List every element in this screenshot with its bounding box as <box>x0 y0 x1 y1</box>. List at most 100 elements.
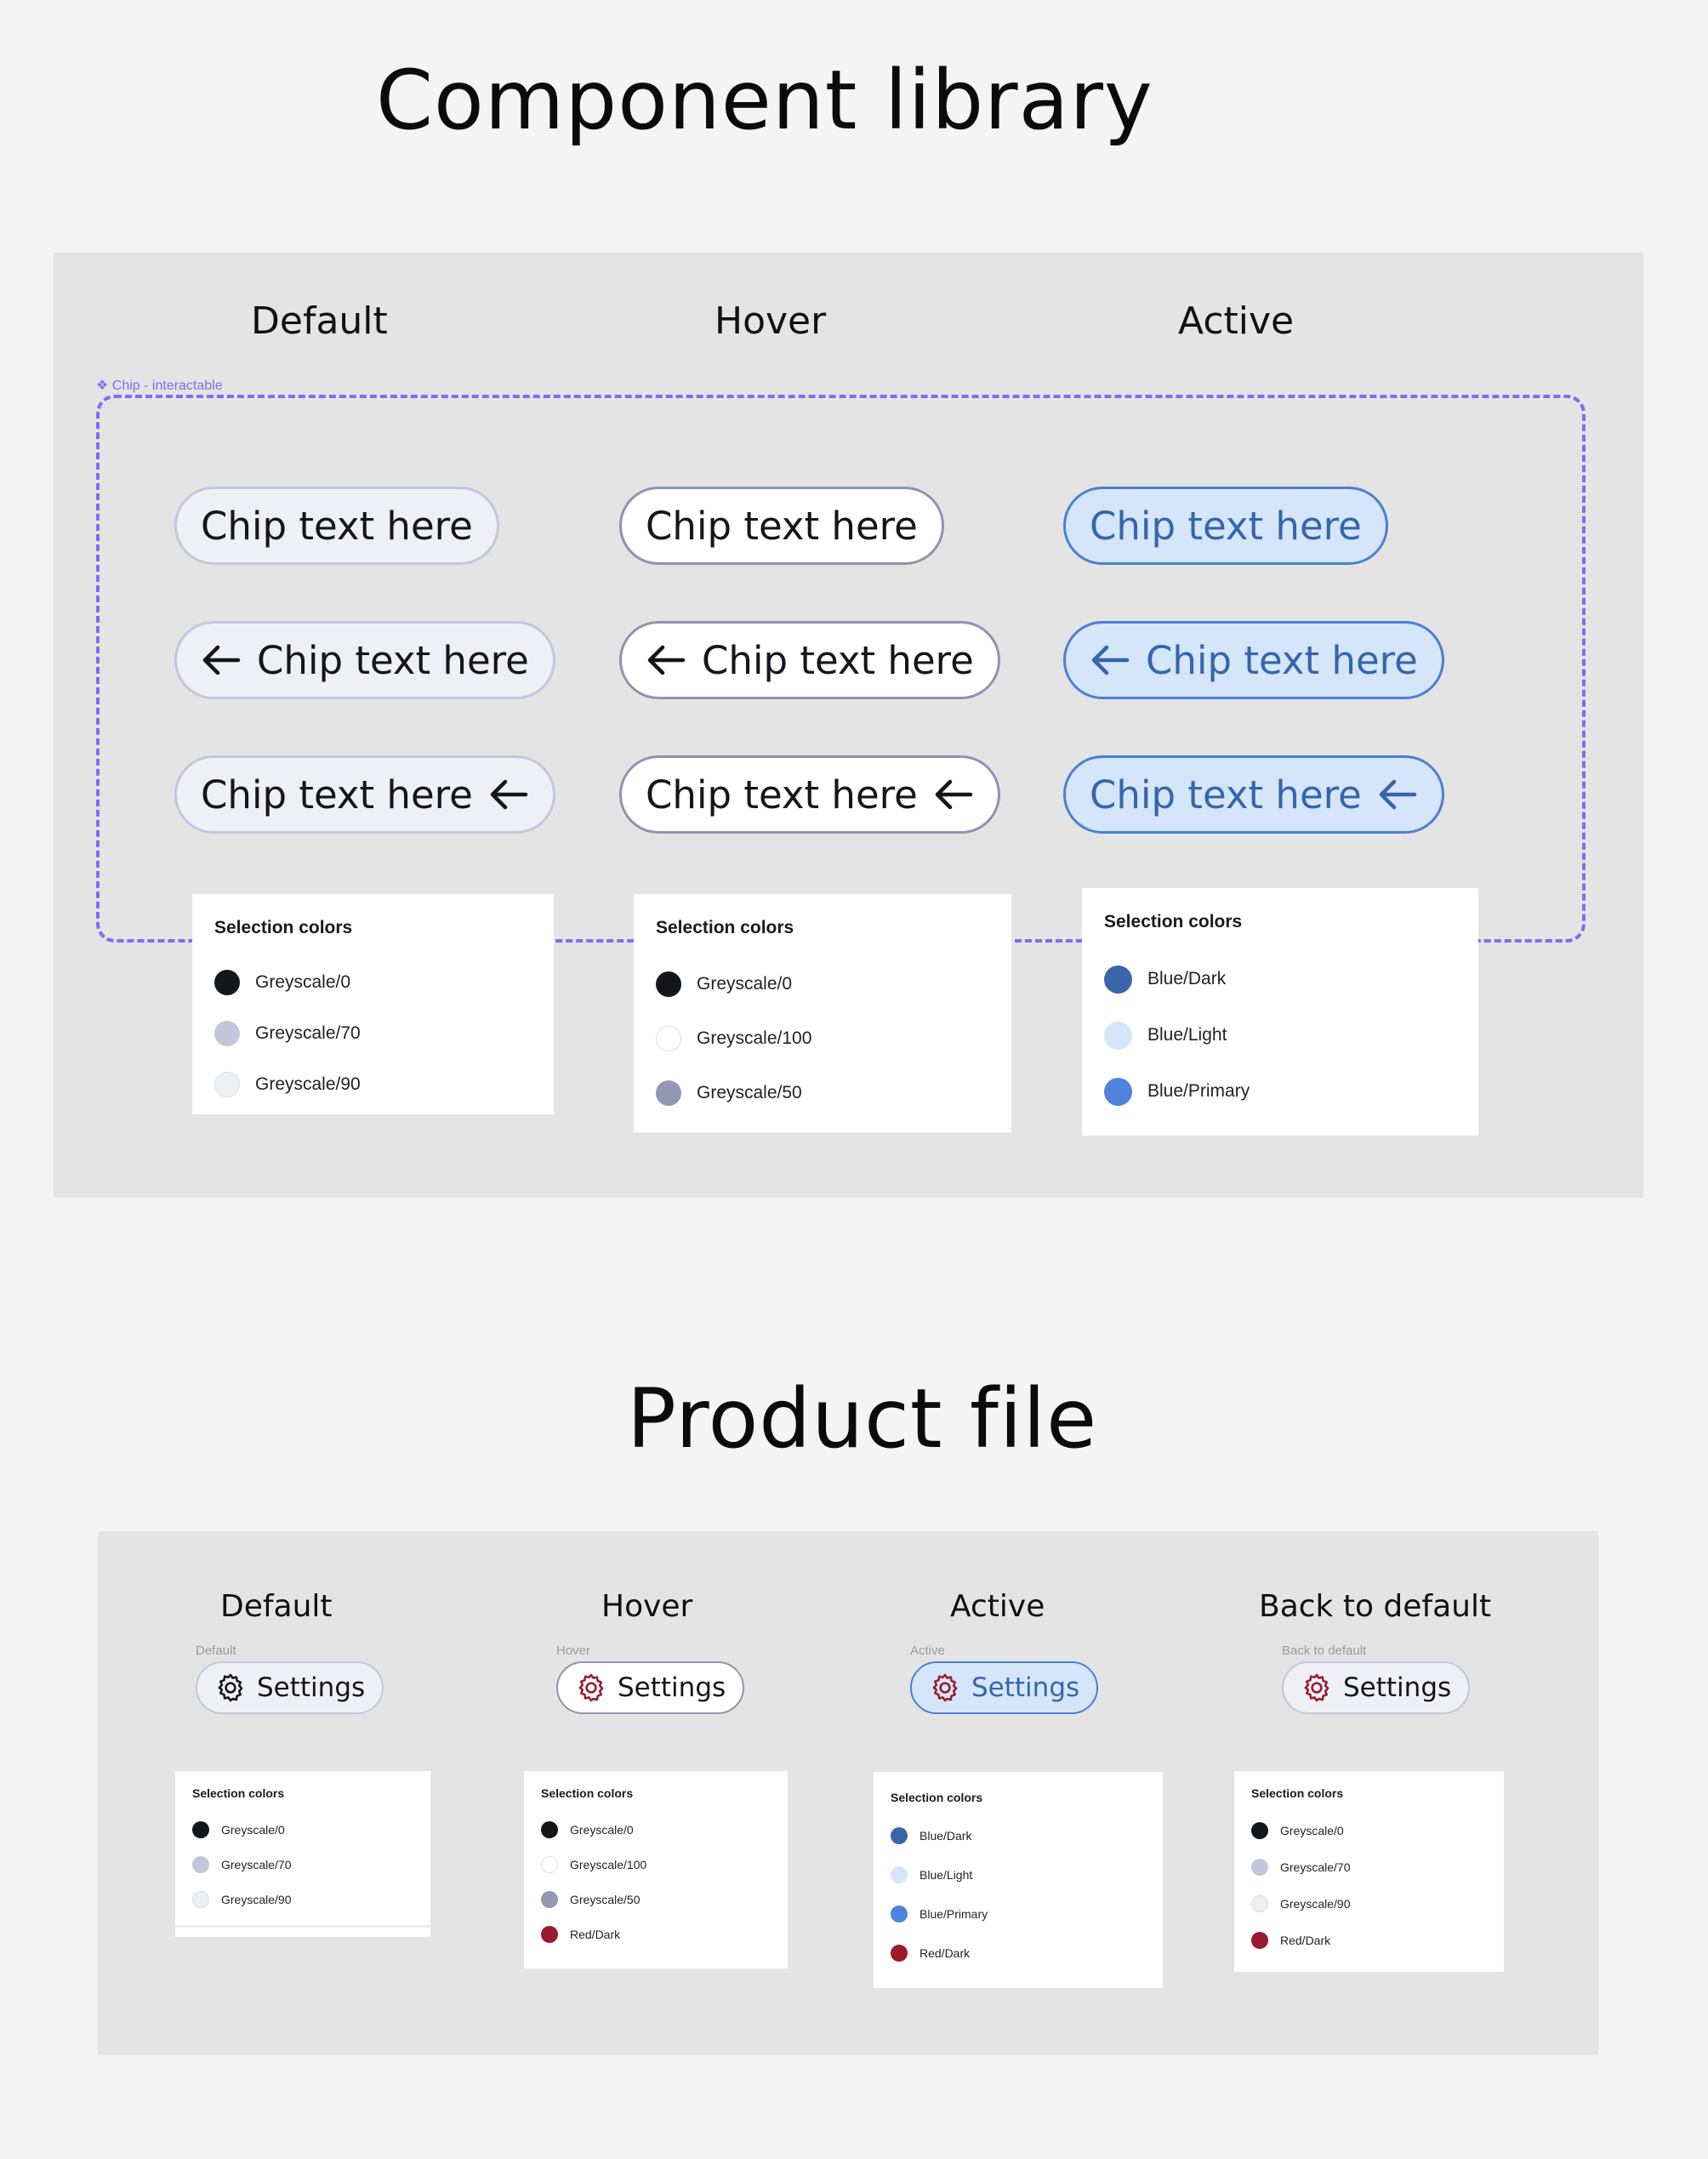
selection-color-item[interactable]: Greyscale/90 <box>214 1059 532 1110</box>
selection-color-item[interactable]: Blue/Primary <box>891 1894 1146 1934</box>
selection-color-item[interactable]: Greyscale/0 <box>1251 1812 1487 1849</box>
color-swatch <box>192 1890 209 1908</box>
selection-color-item[interactable]: Greyscale/90 <box>192 1882 413 1917</box>
column-heading-default: Default <box>251 299 388 343</box>
divider <box>175 1925 430 1934</box>
color-swatch <box>214 970 240 995</box>
color-name: Blue/Light <box>1147 1025 1227 1045</box>
color-name: Greyscale/50 <box>697 1083 802 1102</box>
selection-color-item[interactable]: Greyscale/70 <box>1251 1849 1487 1885</box>
color-name: Greyscale/70 <box>221 1857 292 1871</box>
gear-icon <box>578 1673 604 1702</box>
selection-color-item[interactable]: Greyscale/0 <box>214 957 532 1008</box>
selection-colors-panel-active: Selection colors Blue/Dark Blue/Light Bl… <box>1082 888 1478 1136</box>
color-name: Greyscale/100 <box>570 1857 647 1871</box>
selection-color-item[interactable]: Blue/Light <box>1104 1007 1456 1063</box>
color-swatch <box>656 971 681 997</box>
selection-color-item[interactable]: Greyscale/100 <box>656 1011 989 1066</box>
gear-icon <box>218 1673 243 1702</box>
selection-color-item[interactable]: Red/Dark <box>891 1934 1146 1973</box>
selection-color-item[interactable]: Red/Dark <box>1251 1922 1487 1958</box>
color-name: Blue/Light <box>919 1868 973 1882</box>
column-heading-active: Active <box>1178 299 1295 343</box>
column-heading-active: Active <box>950 1589 1045 1624</box>
color-swatch <box>891 1866 908 1883</box>
arrow-left-icon <box>1091 645 1130 675</box>
color-name: Greyscale/90 <box>255 1074 361 1094</box>
chip-default[interactable]: Chip text here <box>174 487 499 565</box>
color-name: Blue/Dark <box>1147 969 1227 988</box>
column-heading-hover: Hover <box>601 1589 693 1624</box>
color-swatch <box>214 1072 240 1097</box>
settings-chip-hover[interactable]: Settings <box>556 1661 745 1714</box>
color-name: Greyscale/90 <box>1280 1896 1351 1911</box>
arrow-left-icon <box>490 779 528 810</box>
selection-color-item[interactable]: Blue/Dark <box>891 1816 1146 1855</box>
gear-icon <box>1304 1673 1329 1702</box>
chip-hover-leading-icon[interactable]: Chip text here <box>619 621 1000 699</box>
selection-color-item[interactable]: Greyscale/90 <box>1251 1885 1487 1922</box>
chip-hover-trailing-icon[interactable]: Chip text here <box>619 755 1000 834</box>
chip-label: Chip text here <box>1090 772 1362 817</box>
selection-colors-title: Selection colors <box>541 1786 634 1800</box>
chip-active-trailing-icon[interactable]: Chip text here <box>1063 755 1444 834</box>
selection-color-item[interactable]: Blue/Primary <box>1104 1063 1456 1119</box>
color-name: Greyscale/0 <box>697 974 793 994</box>
color-swatch <box>1104 1021 1132 1050</box>
selection-colors-title: Selection colors <box>891 1791 983 1804</box>
chip-active[interactable]: Chip text here <box>1063 487 1388 565</box>
instance-label: Hover <box>556 1643 591 1658</box>
selection-color-item[interactable]: Greyscale/0 <box>541 1812 771 1847</box>
chip-label: Settings <box>971 1672 1080 1703</box>
color-name: Blue/Primary <box>1147 1081 1250 1101</box>
selection-colors-panel-default: Selection colors Greyscale/0 Greyscale/7… <box>175 1771 430 1937</box>
selection-color-item[interactable]: Greyscale/100 <box>541 1847 771 1882</box>
chip-label: Chip text here <box>702 637 974 683</box>
color-swatch <box>656 1026 681 1051</box>
component-set-label: ❖ Chip - interactable <box>96 379 223 393</box>
selection-color-item[interactable]: Greyscale/0 <box>192 1812 413 1847</box>
column-heading-hover: Hover <box>715 299 827 343</box>
color-name: Greyscale/0 <box>221 1822 285 1837</box>
settings-chip-default[interactable]: Settings <box>196 1661 384 1714</box>
chip-label: Chip text here <box>201 772 473 817</box>
chip-default-leading-icon[interactable]: Chip text here <box>174 621 555 699</box>
gear-icon <box>932 1673 958 1702</box>
arrow-left-icon <box>647 645 686 675</box>
selection-color-item[interactable]: Greyscale/70 <box>214 1008 532 1059</box>
chip-label: Chip text here <box>646 772 918 817</box>
selection-color-item[interactable]: Blue/Light <box>891 1855 1146 1894</box>
selection-color-item[interactable]: Greyscale/50 <box>656 1066 989 1120</box>
instance-label: Back to default <box>1282 1643 1367 1658</box>
chip-default-trailing-icon[interactable]: Chip text here <box>174 755 555 834</box>
selection-color-item[interactable]: Greyscale/70 <box>192 1847 413 1882</box>
settings-chip-active[interactable]: Settings <box>910 1661 1099 1714</box>
color-swatch <box>1251 1858 1268 1876</box>
selection-colors-panel-default: Selection colors Greyscale/0 Greyscale/7… <box>192 894 554 1114</box>
color-name: Greyscale/0 <box>1280 1823 1344 1837</box>
color-name: Greyscale/0 <box>570 1822 634 1837</box>
color-swatch <box>891 1945 908 1962</box>
chip-label: Settings <box>618 1672 726 1703</box>
chip-active-leading-icon[interactable]: Chip text here <box>1063 621 1444 699</box>
color-swatch <box>541 1925 558 1943</box>
chip-hover[interactable]: Chip text here <box>619 487 944 565</box>
settings-chip-back-to-default[interactable]: Settings <box>1282 1661 1471 1714</box>
chip-label: Chip text here <box>646 503 918 549</box>
chip-label: Chip text here <box>1146 637 1418 683</box>
arrow-left-icon <box>202 645 241 675</box>
color-swatch <box>541 1890 558 1908</box>
arrow-left-icon <box>1379 779 1417 810</box>
selection-color-item[interactable]: Greyscale/0 <box>656 957 989 1011</box>
color-name: Greyscale/100 <box>697 1028 812 1048</box>
selection-color-item[interactable]: Blue/Dark <box>1104 951 1456 1007</box>
chip-label: Chip text here <box>257 637 529 683</box>
selection-color-item[interactable]: Red/Dark <box>541 1917 771 1951</box>
instance-label: Default <box>196 1643 236 1658</box>
color-swatch <box>192 1820 209 1838</box>
selection-color-item[interactable]: Greyscale/50 <box>541 1882 771 1917</box>
selection-colors-panel-active: Selection colors Blue/Dark Blue/Light Bl… <box>874 1772 1163 1988</box>
selection-colors-title: Selection colors <box>192 1786 285 1800</box>
color-swatch <box>214 1021 240 1046</box>
selection-colors-panel-hover: Selection colors Greyscale/0 Greyscale/1… <box>634 894 1011 1132</box>
